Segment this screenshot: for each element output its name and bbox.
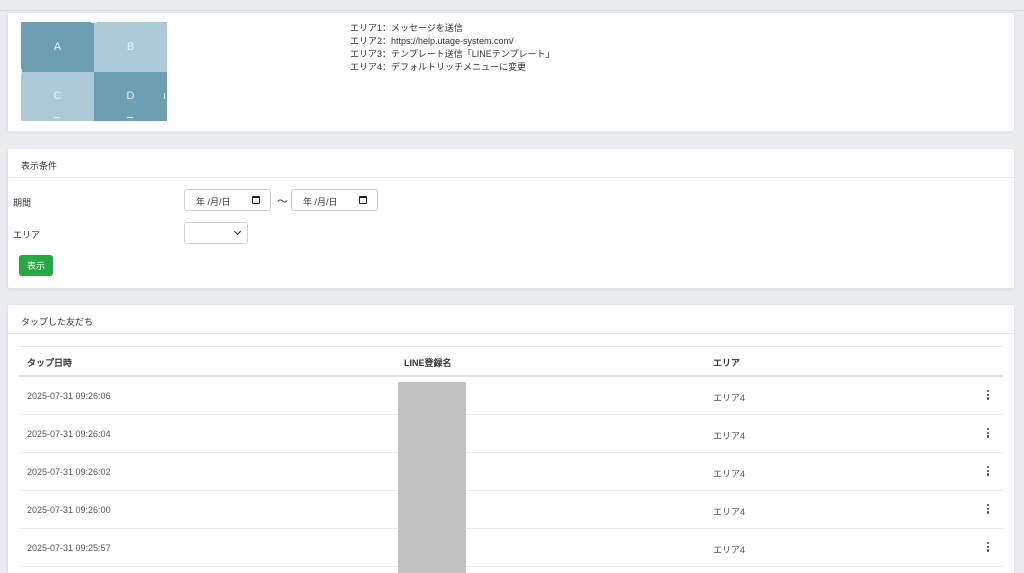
area-action-item: エリア3：テンプレート送信「LINEテンプレート」 [350, 49, 555, 59]
rich-menu-area-b: B [94, 22, 167, 72]
row-divider [19, 490, 1003, 491]
area-select[interactable] [184, 222, 248, 244]
area-action-item: エリア2：https://help.utage-system.com/ [350, 36, 514, 46]
rich-menu-area-d: D [94, 71, 167, 121]
filter-card-title: 表示条件 [8, 149, 1014, 178]
column-header-line-name: LINE登録名 [404, 358, 452, 368]
more-vertical-icon[interactable] [986, 542, 990, 552]
calendar-icon[interactable] [252, 196, 260, 204]
filter-card: 表示条件 [7, 148, 1015, 289]
boundary-mark [54, 117, 60, 118]
area-action-list: エリア1：メッセージを送信 エリア2：https://help.utage-sy… [350, 22, 554, 74]
table-header-top-border [19, 346, 1003, 347]
period-label: 期間 [13, 198, 32, 208]
date-to-input[interactable]: 年 /月/日 [291, 189, 378, 211]
area-cell: エリア4 [713, 507, 746, 517]
area-cell: エリア4 [713, 545, 746, 555]
area-cell: エリア4 [713, 393, 746, 403]
date-from-input[interactable]: 年 /月/日 [184, 189, 271, 211]
more-vertical-icon[interactable] [986, 466, 990, 476]
rich-menu-area-c: C [21, 71, 94, 121]
boundary-mark [127, 117, 133, 118]
area-cell: エリア4 [713, 431, 746, 441]
date-to-placeholder: 年 /月/日 [303, 197, 338, 207]
area-cell: エリア4 [713, 469, 746, 479]
top-bar [0, 0, 1024, 11]
area-action-item: エリア4：デフォルトリッチメニューに変更 [350, 62, 527, 72]
tapped-friends-title: タップした友だち [8, 305, 1014, 334]
area-label: エリア [13, 230, 41, 240]
chevron-down-icon [233, 227, 242, 236]
more-vertical-icon[interactable] [986, 504, 990, 514]
tap-datetime-cell: 2025-07-31 09:26:00 [27, 505, 111, 515]
date-separator: 〜 [277, 196, 288, 208]
area-action-item: エリア1：メッセージを送信 [350, 23, 463, 33]
row-divider [19, 414, 1003, 415]
date-from-placeholder: 年 /月/日 [196, 197, 231, 207]
row-divider [19, 452, 1003, 453]
tap-datetime-cell: 2025-07-31 09:26:06 [27, 391, 111, 401]
tap-datetime-cell: 2025-07-31 09:26:02 [27, 467, 111, 477]
rich-menu-card: A B C D エリア1：メッセージを送信 エリア2：https://help.… [7, 12, 1015, 132]
tap-datetime-cell: 2025-07-31 09:25:57 [27, 543, 111, 553]
boundary-mark [91, 22, 97, 23]
calendar-icon[interactable] [359, 196, 367, 204]
column-header-tap-datetime: タップ日時 [27, 358, 73, 368]
tapped-friends-card: タップした友だち [7, 304, 1015, 573]
more-vertical-icon[interactable] [986, 390, 990, 400]
column-header-area: エリア [713, 358, 741, 368]
show-button[interactable]: 表示 [19, 255, 53, 276]
redacted-line-names [398, 382, 466, 573]
boundary-mark [164, 93, 165, 99]
more-vertical-icon[interactable] [986, 428, 990, 438]
rich-menu-area-a: A [21, 22, 94, 72]
boundary-mark [21, 69, 22, 74]
tap-datetime-cell: 2025-07-31 09:26:04 [27, 429, 111, 439]
table-header-bottom-border [19, 375, 1003, 377]
row-divider [19, 566, 1003, 567]
row-divider [19, 528, 1003, 529]
rich-menu-preview: A B C D [21, 22, 167, 121]
